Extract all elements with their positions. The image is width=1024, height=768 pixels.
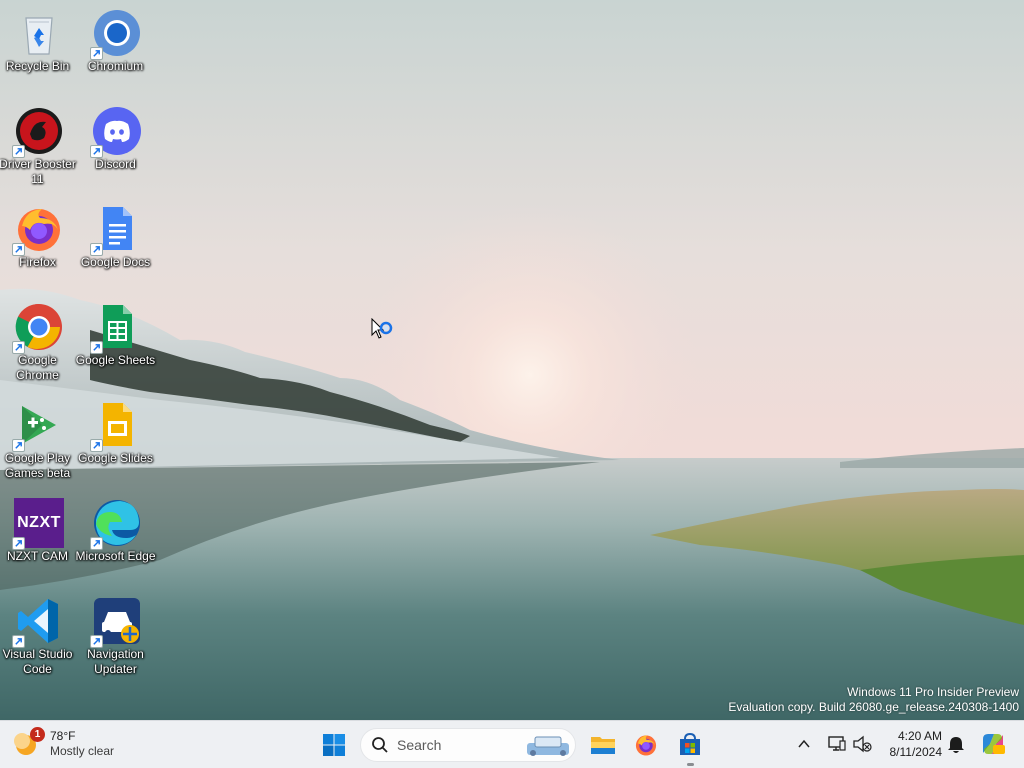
watermark-line-1: Windows 11 Pro Insider Preview <box>847 685 1019 699</box>
weather-temperature: 78°F <box>50 729 76 743</box>
shortcut-arrow-icon <box>12 341 25 354</box>
shortcut-arrow-icon <box>12 145 25 158</box>
discord-icon <box>90 106 142 158</box>
copilot-icon[interactable] <box>980 731 1006 757</box>
search-icon <box>372 737 388 753</box>
shortcut-arrow-icon <box>90 341 103 354</box>
navigation-updater-icon <box>90 596 142 648</box>
firefox-icon <box>12 204 64 256</box>
vscode-icon <box>12 596 64 648</box>
evaluation-watermark: Windows 11 Pro Insider Preview Evaluatio… <box>728 685 1019 715</box>
search-highlight-icon <box>527 736 569 756</box>
notification-bell-icon[interactable] <box>947 735 965 755</box>
watermark-line-2: Evaluation copy. Build 26080.ge_release.… <box>728 700 1019 714</box>
shortcut-arrow-icon <box>12 439 25 452</box>
driver-booster-icon <box>12 106 64 158</box>
firefox-icon <box>635 735 657 756</box>
shortcut-arrow-icon <box>90 47 103 60</box>
shortcut-arrow-icon <box>90 243 103 256</box>
desktop-icon-google-play-games[interactable]: Google Play Games beta <box>0 400 78 481</box>
desktop-icon-google-chrome[interactable]: Google Chrome <box>0 302 78 383</box>
desktop-icon-chromium[interactable]: Chromium <box>78 8 156 74</box>
running-indicator <box>687 763 694 766</box>
nzxt-logo-text: NZXT <box>17 514 61 531</box>
microsoft-store-icon <box>680 733 700 755</box>
recycle-bin-icon <box>14 8 64 58</box>
desktop-icon-google-sheets[interactable]: Google Sheets <box>76 302 156 368</box>
folder-icon <box>591 737 615 754</box>
desktop-icon-vscode[interactable]: Visual Studio Code <box>0 596 78 677</box>
taskbar: 1 78°F Mostly clear Search 4:20 AM 8/11/… <box>0 720 1024 768</box>
desktop-icon-label: Navigation Updater <box>87 647 144 676</box>
shortcut-arrow-icon <box>90 439 103 452</box>
google-slides-icon <box>90 400 142 452</box>
desktop-icon-label: Google Slides <box>78 451 153 465</box>
microsoft-store-button[interactable] <box>674 729 706 761</box>
desktop-icon-label: Driver Booster 11 <box>0 157 76 186</box>
volume-muted-icon[interactable] <box>852 735 872 753</box>
shortcut-arrow-icon <box>90 537 103 550</box>
desktop-icon-nzxt-cam[interactable]: NZXT NZXT CAM <box>0 498 78 564</box>
desktop-icon-label: Google Play Games beta <box>4 451 71 480</box>
desktop-icon-recycle-bin[interactable]: Recycle Bin <box>0 8 78 74</box>
shortcut-arrow-icon <box>12 243 25 256</box>
google-play-games-icon <box>12 400 64 452</box>
taskbar-clock[interactable]: 4:20 AM 8/11/2024 <box>880 728 943 760</box>
nzxt-cam-icon: NZXT <box>12 498 64 550</box>
desktop-icon-driver-booster[interactable]: Driver Booster 11 <box>0 106 78 187</box>
desktop-icon-label: Firefox <box>19 255 56 269</box>
desktop-icon-label: Microsoft Edge <box>75 549 156 563</box>
shortcut-arrow-icon <box>12 635 25 648</box>
desktop-icon-navigation-updater[interactable]: Navigation Updater <box>78 596 156 677</box>
clock-date: 8/11/2024 <box>889 745 943 759</box>
google-sheets-icon <box>90 302 142 354</box>
google-docs-icon <box>90 204 142 256</box>
microsoft-edge-icon <box>90 498 142 550</box>
weather-notification-badge: 1 <box>30 727 45 742</box>
desktop-icon-google-slides[interactable]: Google Slides <box>78 400 156 466</box>
start-button[interactable] <box>318 729 350 761</box>
desktop-icon-label: Visual Studio Code <box>2 647 73 676</box>
desktop-icon-label: NZXT CAM <box>6 549 69 563</box>
shortcut-arrow-icon <box>90 145 103 158</box>
chevron-up-icon <box>798 739 810 748</box>
desktop-icon-discord[interactable]: Discord <box>78 106 156 172</box>
weather-widget[interactable]: 1 78°F Mostly clear <box>14 727 134 763</box>
google-chrome-icon <box>12 302 64 354</box>
desktop-icon-label: Google Chrome <box>16 353 59 382</box>
file-explorer-button[interactable] <box>587 729 619 761</box>
shortcut-arrow-icon <box>90 635 103 648</box>
busy-cursor-icon <box>371 317 399 348</box>
desktop-icon-firefox[interactable]: Firefox <box>0 204 78 270</box>
weather-moon-icon: 1 <box>14 727 45 759</box>
desktop-icon-microsoft-edge[interactable]: Microsoft Edge <box>75 498 156 564</box>
network-icon[interactable] <box>827 735 847 753</box>
weather-condition: Mostly clear <box>50 744 115 758</box>
taskbar-search-box[interactable]: Search <box>360 728 576 762</box>
search-placeholder: Search <box>397 737 442 753</box>
desktop-icon-label: Google Sheets <box>75 353 156 367</box>
desktop-icon-label: Google Docs <box>80 255 151 269</box>
clock-time: 4:20 AM <box>897 729 942 743</box>
desktop-icon-label: Discord <box>95 157 136 171</box>
show-hidden-icons-button[interactable] <box>796 736 812 752</box>
desktop-icon-label: Recycle Bin <box>5 59 70 73</box>
shortcut-arrow-icon <box>12 537 25 550</box>
windows-logo-icon <box>323 734 345 756</box>
desktop-icon-label: Chromium <box>87 59 144 73</box>
firefox-taskbar-button[interactable] <box>630 729 662 761</box>
desktop-icon-google-docs[interactable]: Google Docs <box>78 204 156 270</box>
chromium-icon <box>90 8 142 60</box>
